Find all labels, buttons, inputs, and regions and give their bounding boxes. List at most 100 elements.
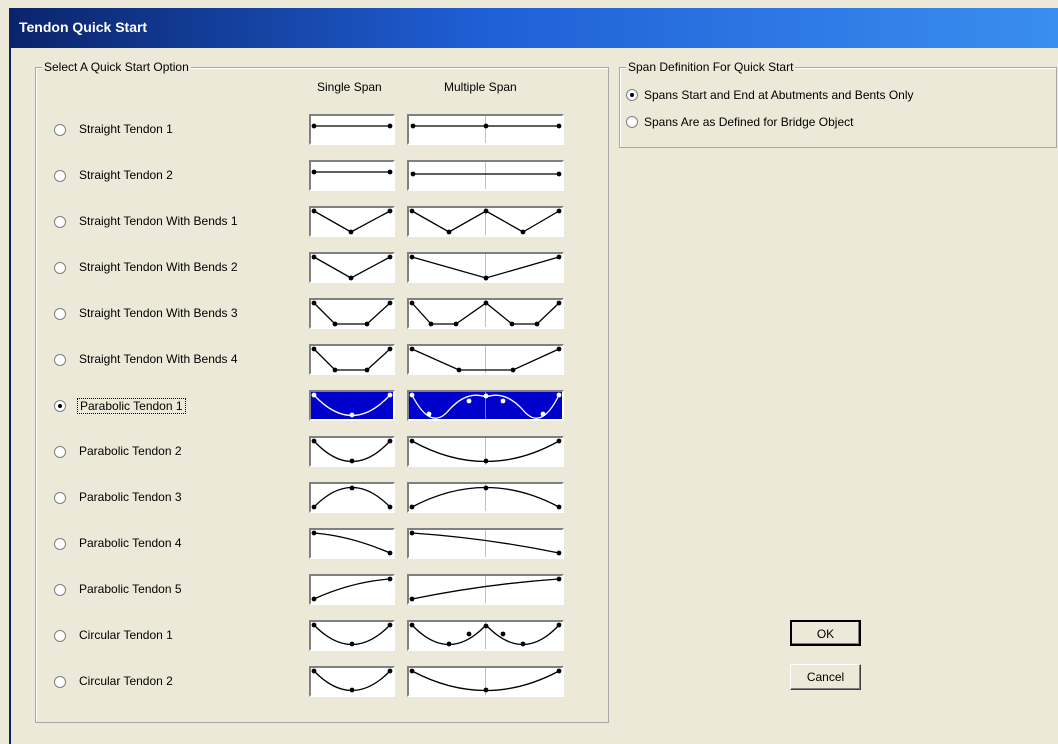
quick-start-option-label: Straight Tendon 1 — [79, 122, 173, 136]
quick-start-option-row[interactable]: Parabolic Tendon 1 — [11, 390, 611, 430]
single-span-thumbnail[interactable] — [309, 666, 395, 697]
quick-start-option-label: Straight Tendon With Bends 1 — [79, 214, 238, 228]
tendon-control-point — [510, 367, 516, 373]
tendon-control-point — [349, 641, 355, 647]
tendon-control-point — [387, 300, 393, 306]
quick-start-radio[interactable] — [54, 354, 66, 366]
quick-start-option-row[interactable]: Straight Tendon With Bends 1 — [11, 206, 611, 246]
quick-start-radio[interactable] — [54, 538, 66, 550]
quick-start-radio[interactable] — [54, 584, 66, 596]
single-span-thumbnail[interactable] — [309, 620, 395, 651]
ok-button[interactable]: OK — [790, 620, 861, 646]
quick-start-radio[interactable] — [54, 400, 66, 412]
multiple-span-thumbnail[interactable] — [407, 436, 564, 467]
tendon-profile-graphic — [311, 438, 393, 464]
tendon-profile-graphic — [409, 346, 562, 373]
tendon-control-point — [387, 550, 393, 556]
quick-start-radio[interactable] — [54, 124, 66, 136]
single-span-thumbnail[interactable] — [309, 390, 395, 421]
multiple-span-thumbnail[interactable] — [407, 206, 564, 237]
tendon-profile-graphic — [410, 116, 562, 143]
tendon-profile-graphic — [311, 485, 393, 510]
tendon-control-point — [409, 530, 415, 536]
multiple-span-thumbnail[interactable] — [407, 482, 564, 513]
single-span-thumbnail[interactable] — [309, 160, 395, 191]
tendon-control-point — [311, 596, 317, 602]
tendon-control-point — [348, 275, 354, 281]
quick-start-option-row[interactable]: Straight Tendon 2 — [11, 160, 611, 200]
quick-start-option-row[interactable]: Circular Tendon 1 — [11, 620, 611, 660]
cancel-button[interactable]: Cancel — [790, 664, 861, 690]
quick-start-radio[interactable] — [54, 262, 66, 274]
multiple-span-thumbnail[interactable] — [407, 344, 564, 375]
multiple-span-thumbnail[interactable] — [407, 160, 564, 191]
tendon-profile-graphic — [409, 392, 562, 419]
quick-start-radio[interactable] — [54, 630, 66, 642]
single-span-thumbnail[interactable] — [309, 574, 395, 605]
quick-start-option-row[interactable]: Straight Tendon With Bends 2 — [11, 252, 611, 292]
tendon-control-point — [387, 346, 393, 352]
tendon-control-point — [332, 321, 338, 327]
multiple-span-thumbnail[interactable] — [407, 252, 564, 283]
quick-start-radio[interactable] — [54, 308, 66, 320]
tendon-control-point — [456, 367, 462, 373]
tendon-path — [313, 624, 391, 646]
multiple-span-thumbnail[interactable] — [407, 528, 564, 559]
quick-start-option-row[interactable]: Parabolic Tendon 3 — [11, 482, 611, 522]
quick-start-radio[interactable] — [54, 676, 66, 688]
quick-start-option-row[interactable]: Parabolic Tendon 4 — [11, 528, 611, 568]
tendon-profile-graphic — [311, 622, 393, 647]
quick-start-option-row[interactable]: Straight Tendon With Bends 4 — [11, 344, 611, 384]
single-span-thumbnail[interactable] — [309, 482, 395, 513]
tendon-control-point — [466, 398, 472, 404]
single-span-thumbnail[interactable] — [309, 206, 395, 237]
tendon-control-point — [540, 411, 546, 417]
span-definition-radio[interactable] — [626, 89, 638, 101]
quick-start-option-row[interactable]: Straight Tendon 1 — [11, 114, 611, 154]
single-span-thumbnail[interactable] — [309, 436, 395, 467]
tendon-control-point — [349, 485, 355, 491]
quick-start-radio[interactable] — [54, 446, 66, 458]
multiple-span-thumbnail[interactable] — [407, 298, 564, 329]
tendon-profile-graphic — [409, 300, 562, 327]
tendon-control-point — [556, 576, 562, 582]
quick-start-radio[interactable] — [54, 492, 66, 504]
tendon-profile-graphic — [409, 438, 562, 465]
quick-start-radio[interactable] — [54, 170, 66, 182]
multiple-span-thumbnail[interactable] — [407, 666, 564, 697]
single-span-thumbnail[interactable] — [309, 298, 395, 329]
tendon-control-point — [556, 668, 562, 674]
tendon-control-point — [483, 485, 489, 491]
span-definition-radio[interactable] — [626, 116, 638, 128]
single-span-thumbnail[interactable] — [309, 528, 395, 559]
tendon-profile-graphic — [311, 208, 393, 235]
tendon-control-point — [409, 208, 415, 214]
quick-start-option-row[interactable]: Circular Tendon 2 — [11, 666, 611, 706]
quick-start-option-label: Circular Tendon 1 — [79, 628, 173, 642]
quick-start-option-row[interactable]: Straight Tendon With Bends 3 — [11, 298, 611, 338]
quick-start-radio[interactable] — [54, 216, 66, 228]
multiple-span-thumbnail[interactable] — [407, 620, 564, 651]
tendon-profile-graphic — [311, 123, 393, 129]
tendon-profile-graphic — [311, 300, 393, 327]
tendon-profile-graphic — [409, 254, 562, 281]
tendon-control-point — [387, 123, 393, 129]
single-span-thumbnail[interactable] — [309, 344, 395, 375]
multiple-span-thumbnail[interactable] — [407, 574, 564, 605]
span-definition-option-label: Spans Start and End at Abutments and Ben… — [644, 88, 914, 102]
single-span-thumbnail[interactable] — [309, 114, 395, 145]
single-span-thumbnail[interactable] — [309, 252, 395, 283]
quick-start-option-row[interactable]: Parabolic Tendon 5 — [11, 574, 611, 614]
tendon-control-point — [364, 367, 370, 373]
tendon-control-point — [332, 367, 338, 373]
tendon-path — [313, 302, 391, 325]
tendon-path — [313, 348, 391, 371]
multiple-span-thumbnail[interactable] — [407, 114, 564, 145]
tendon-control-point — [556, 300, 562, 306]
multiple-span-thumbnail[interactable] — [407, 390, 564, 421]
tendon-control-point — [348, 229, 354, 235]
tendon-quick-start-dialog: Tendon Quick Start Select A Quick Start … — [9, 8, 1058, 744]
tendon-control-point — [409, 438, 415, 444]
quick-start-option-row[interactable]: Parabolic Tendon 2 — [11, 436, 611, 476]
quick-start-option-label: Straight Tendon With Bends 4 — [79, 352, 238, 366]
